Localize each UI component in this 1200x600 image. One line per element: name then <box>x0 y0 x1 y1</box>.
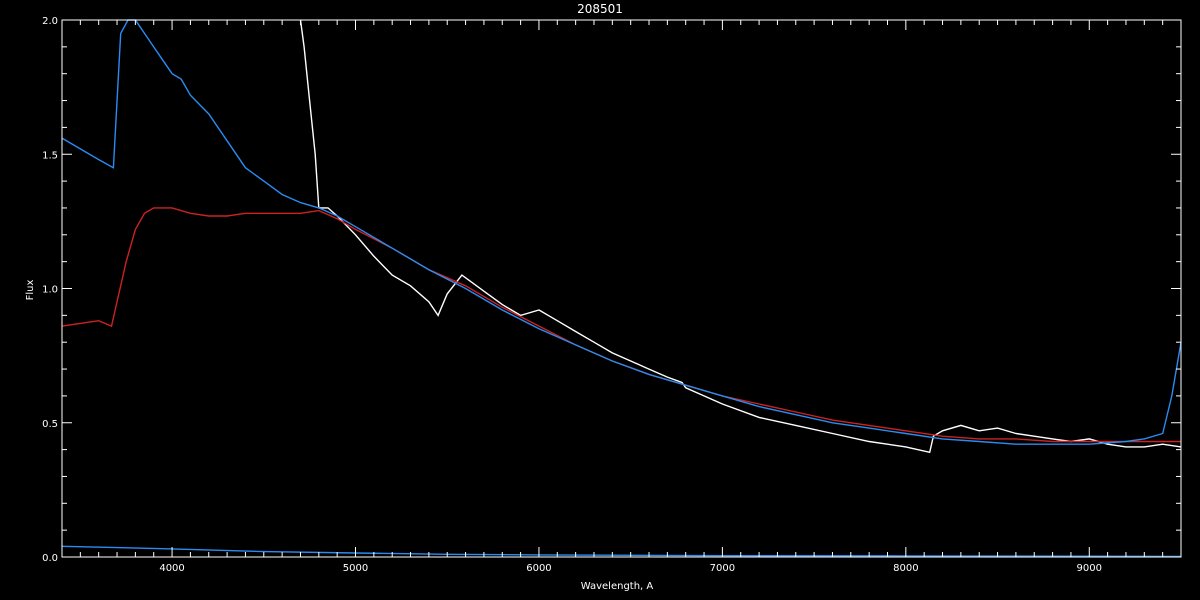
y-tick-label: 2.0 <box>42 16 58 27</box>
x-tick-label: 8000 <box>893 563 918 574</box>
y-tick-label: 0.0 <box>42 553 58 564</box>
y-axis-label: Flux <box>25 280 36 301</box>
y-tick-label: 0.5 <box>42 419 58 430</box>
chart-background <box>0 0 1200 600</box>
x-tick-label: 7000 <box>710 563 735 574</box>
x-axis-label: Wavelength, A <box>581 581 654 592</box>
y-tick-label: 1.0 <box>42 285 58 296</box>
x-tick-label: 6000 <box>526 563 551 574</box>
x-tick-label: 9000 <box>1077 563 1102 574</box>
x-tick-label: 4000 <box>159 563 184 574</box>
y-tick-label: 1.5 <box>42 150 58 161</box>
chart-title: 208501 <box>577 2 623 16</box>
spectrum-chart: 4000 5000 6000 7000 8000 90000.00.51.01.52.0 … <box>0 0 1200 600</box>
x-tick-label: 5000 <box>343 563 368 574</box>
